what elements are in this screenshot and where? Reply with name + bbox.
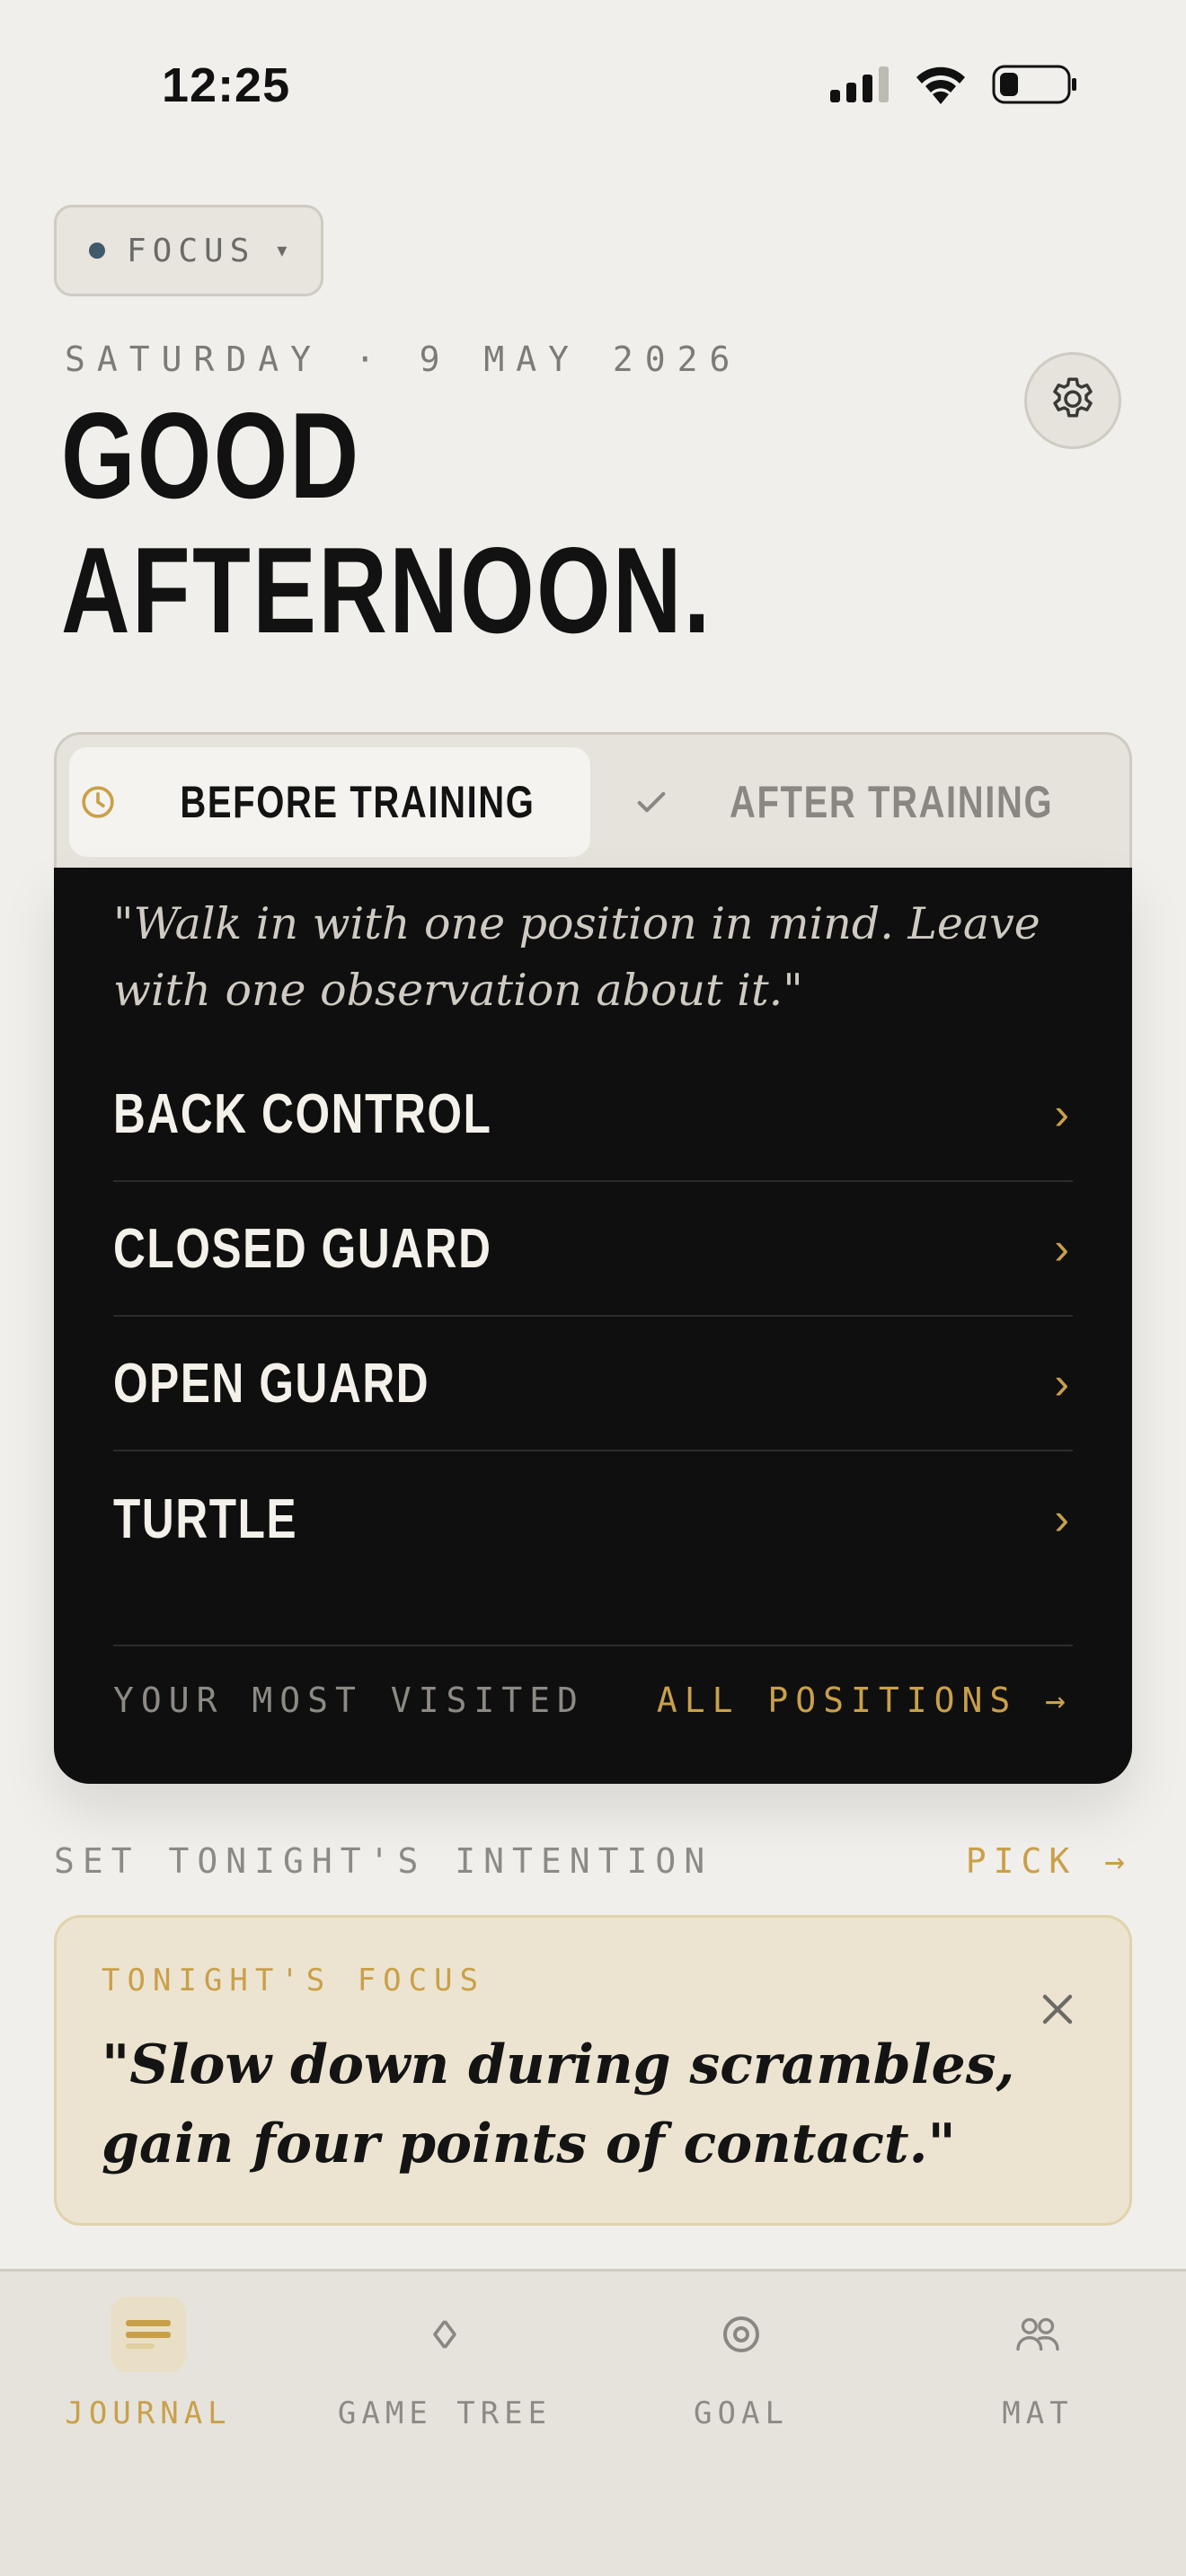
list-item[interactable]: CLOSED GUARD › — [113, 1182, 1073, 1317]
clock-icon — [82, 786, 114, 818]
status-time: 12:25 — [162, 58, 291, 112]
position-label: CLOSED GUARD — [113, 1217, 492, 1280]
chevron-right-icon: › — [1054, 1358, 1069, 1408]
list-item[interactable]: TURTLE › — [113, 1451, 1073, 1586]
nav-label: JOURNAL — [65, 2395, 232, 2431]
chevron-down-icon: ▾ — [277, 239, 288, 261]
greeting-title: GOOD AFTERNOON. — [61, 388, 712, 657]
greeting-line-1: GOOD — [61, 387, 361, 524]
focus-card-label: TONIGHT'S FOCUS — [102, 1963, 486, 1998]
tab-after-training[interactable]: AFTER TRAINING — [605, 747, 1122, 857]
prompt-quote: "Walk in with one position in mind. Leav… — [113, 898, 1040, 1016]
position-label: BACK CONTROL — [113, 1082, 492, 1145]
position-label: TURTLE — [113, 1487, 298, 1550]
settings-button[interactable] — [1024, 352, 1121, 449]
tab-before-training-label: BEFORE TRAINING — [180, 777, 535, 827]
list-item[interactable]: OPEN GUARD › — [113, 1317, 1073, 1451]
card-divider — [113, 1645, 1073, 1646]
diamond-icon — [433, 2320, 456, 2349]
nav-item-goal[interactable]: GOAL — [593, 2297, 890, 2431]
focus-dropdown-label: FOCUS — [127, 232, 256, 269]
chevron-right-icon: › — [1054, 1089, 1069, 1139]
positions-list: BACK CONTROL › CLOSED GUARD › OPEN GUARD… — [113, 1047, 1073, 1586]
intention-header: SET TONIGHT'S INTENTION PICK → — [54, 1841, 1132, 1881]
focus-card-quote: "Slow down during scrambles, gain four p… — [102, 2033, 1015, 2175]
focus-status-dot — [89, 243, 105, 259]
training-segment-control: BEFORE TRAINING AFTER TRAINING — [54, 732, 1132, 869]
tonights-focus-card: TONIGHT'S FOCUS "Slow down during scramb… — [54, 1915, 1132, 2226]
journal-icon — [126, 2320, 171, 2349]
position-label: OPEN GUARD — [113, 1352, 430, 1415]
checkmark-icon — [637, 791, 666, 813]
target-icon — [723, 2316, 759, 2352]
nav-label: GOAL — [694, 2395, 789, 2431]
tab-before-training[interactable]: BEFORE TRAINING — [69, 747, 590, 857]
status-bar: 12:25 — [0, 0, 1186, 171]
pick-intention-link[interactable]: PICK → — [966, 1841, 1132, 1881]
all-positions-link[interactable]: ALL POSITIONS → — [657, 1660, 1073, 1741]
gear-icon — [1053, 377, 1093, 418]
nav-label: MAT — [1002, 2395, 1074, 2431]
list-item[interactable]: BACK CONTROL › — [113, 1047, 1073, 1182]
battery-icon — [992, 65, 1076, 104]
chevron-right-icon: › — [1054, 1494, 1069, 1544]
status-icons — [830, 65, 1078, 104]
intention-title: SET TONIGHT'S INTENTION — [54, 1841, 713, 1881]
greeting-line-2: AFTERNOON. — [61, 522, 712, 658]
chevron-right-icon: › — [1054, 1223, 1069, 1274]
nav-item-game-tree[interactable]: GAME TREE — [296, 2297, 593, 2431]
nav-item-journal[interactable]: JOURNAL — [0, 2297, 296, 2431]
wifi-icon — [916, 66, 965, 104]
focus-dropdown[interactable]: FOCUS ▾ — [54, 205, 323, 296]
tab-after-training-label: AFTER TRAINING — [729, 777, 1054, 827]
most-visited-label: YOUR MOST VISITED — [113, 1681, 585, 1720]
positions-card: "Walk in with one position in mind. Leav… — [54, 868, 1132, 1784]
date-label: SATURDAY · 9 MAY 2026 — [65, 340, 742, 379]
close-icon[interactable] — [1036, 1988, 1079, 2031]
bottom-nav: JOURNAL GAME TREE GOAL MAT — [0, 2269, 1186, 2576]
people-icon — [1016, 2317, 1059, 2351]
nav-item-mat[interactable]: MAT — [890, 2297, 1186, 2431]
cellular-signal-icon — [830, 66, 889, 102]
nav-label: GAME TREE — [337, 2395, 553, 2431]
